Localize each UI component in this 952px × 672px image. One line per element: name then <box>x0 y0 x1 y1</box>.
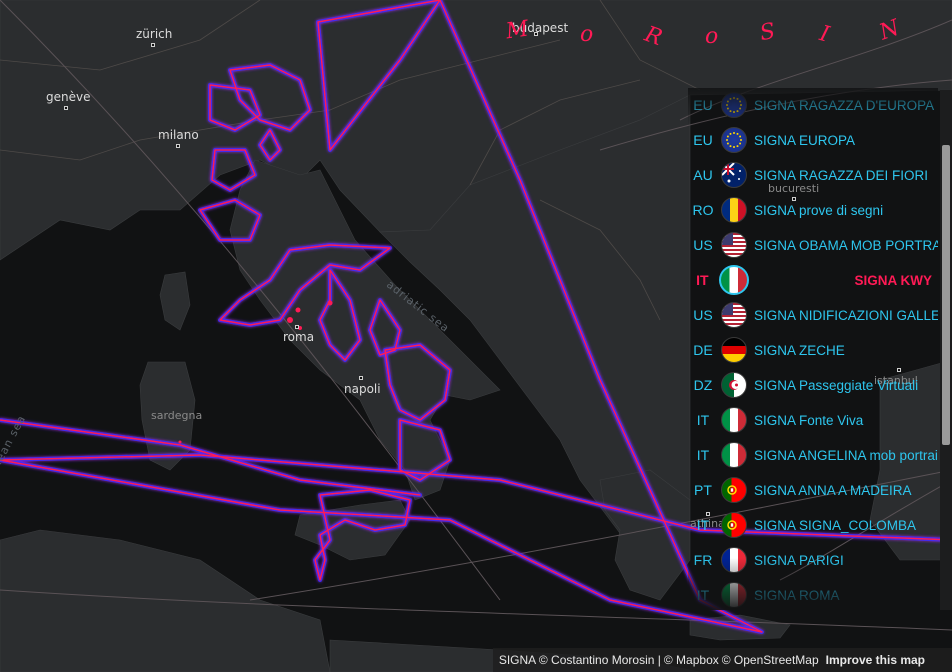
country-code: DZ <box>693 377 713 393</box>
eu-flag-icon <box>721 92 747 118</box>
signa-list-item[interactable]: RO SIGNA prove di segni <box>688 195 938 225</box>
city-marker-milano <box>176 144 180 148</box>
signa-list-item[interactable]: US SIGNA NIDIFICAZIONI GALLEI <box>688 300 938 330</box>
attribution-signa[interactable]: SIGNA © Costantino Morosin | <box>499 653 661 667</box>
signa-title: SIGNA RAGAZZA DEI FIORI <box>754 167 929 183</box>
city-marker-napoli <box>359 376 363 380</box>
country-code: IT <box>696 272 709 288</box>
city-marker-zurich <box>151 43 155 47</box>
signa-title: SIGNA ROMA <box>754 587 840 603</box>
signa-title: SIGNA ANNA A MADEIRA <box>754 482 912 498</box>
country-code: US <box>693 307 713 323</box>
signa-title: SIGNA Fonte Viva <box>754 412 864 428</box>
signa-title: SIGNA EUROPA <box>754 132 856 148</box>
country-code: US <box>693 237 713 253</box>
signa-title: SIGNA RAGAZZA D'EUROPA <box>754 97 935 113</box>
italy-flag-icon <box>721 582 747 608</box>
signa-list-item[interactable]: IT SIGNA SIGNA_COLOMBA <box>688 510 938 540</box>
italy-flag-icon <box>721 407 747 433</box>
signa-title: SIGNA Passeggiate Virtuali <box>754 377 919 393</box>
signa-list-item[interactable]: DE SIGNA ZECHE <box>688 335 938 365</box>
usa-flag-icon <box>721 232 747 258</box>
country-code: RO <box>692 202 714 218</box>
france-flag-icon <box>721 547 747 573</box>
signa-list-item[interactable]: PT SIGNA ANNA A MADEIRA <box>688 475 938 505</box>
signa-list-item[interactable]: EU SIGNA RAGAZZA D'EUROPA <box>688 90 938 120</box>
italy-flag-icon <box>721 442 747 468</box>
country-code: IT <box>696 517 710 533</box>
signa-title: SIGNA prove di segni <box>754 202 884 218</box>
country-code: IT <box>696 587 710 603</box>
germany-flag-icon <box>721 337 747 363</box>
signa-title: SIGNA SIGNA_COLOMBA <box>754 517 917 533</box>
signa-list-item[interactable]: DZ SIGNA Passeggiate Virtuali <box>688 370 938 400</box>
country-code: PT <box>694 482 712 498</box>
signa-title: SIGNA KWY <box>854 272 933 288</box>
australia-flag-icon <box>721 162 747 188</box>
portugal-flag-icon <box>721 477 747 503</box>
city-label-napoli: napoli <box>344 382 381 396</box>
city-label-milano: milano <box>158 128 199 142</box>
city-label-zurich: zürich <box>136 27 173 41</box>
signa-title: SIGNA NIDIFICAZIONI GALLEI <box>754 307 938 323</box>
country-code: EU <box>693 132 713 148</box>
italy-flag-icon <box>718 265 749 295</box>
romania-flag-icon <box>721 197 747 223</box>
country-code: AU <box>693 167 713 183</box>
attribution-mapbox[interactable]: © Mapbox <box>664 653 719 667</box>
eu-flag-icon <box>721 127 747 153</box>
signa-title: SIGNA PARIGI <box>754 552 844 568</box>
algeria-flag-icon <box>721 372 747 398</box>
improve-map-link[interactable]: Improve this map <box>826 653 925 667</box>
signa-list-item[interactable]: IT SIGNA KWY <box>688 265 938 295</box>
city-label-roma: roma <box>283 330 315 344</box>
country-code: IT <box>696 412 710 428</box>
signa-title: SIGNA OBAMA MOB PORTRA <box>754 237 938 253</box>
signa-list-item[interactable]: AU SIGNA RAGAZZA DEI FIORI <box>688 160 938 190</box>
signa-list-item[interactable]: US SIGNA OBAMA MOB PORTRA <box>688 230 938 260</box>
signa-title: SIGNA ZECHE <box>754 342 845 358</box>
signa-list-item[interactable]: IT SIGNA ROMA <box>688 580 938 610</box>
signa-title: SIGNA ANGELINA mob portrait <box>754 447 938 463</box>
city-marker-geneve <box>64 106 68 110</box>
city-label-geneve: genève <box>46 90 91 104</box>
attribution-osm[interactable]: © OpenStreetMap <box>722 653 819 667</box>
signa-list-item[interactable]: EU SIGNA EUROPA <box>688 125 938 155</box>
region-label-sardegna: sardegna <box>151 409 203 422</box>
country-code: DE <box>693 342 713 358</box>
map-attribution: SIGNA © Costantino Morosin | © Mapbox © … <box>492 648 952 672</box>
country-code: FR <box>693 552 713 568</box>
country-code: IT <box>696 447 710 463</box>
portugal-flag-icon <box>721 512 747 538</box>
signa-list-item[interactable]: FR SIGNA PARIGI <box>688 545 938 575</box>
list-scrollbar-thumb[interactable] <box>942 145 950 445</box>
usa-flag-icon <box>721 302 747 328</box>
city-label-budapest: budapest <box>512 21 569 35</box>
list-scrollbar[interactable] <box>940 90 952 610</box>
city-marker-roma <box>295 325 299 329</box>
country-code: EU <box>693 97 713 113</box>
signa-list[interactable]: EU SIGNA RAGAZZA D'EUROPA EU SIGNA EUROPA AU… <box>688 90 938 610</box>
signa-list-item[interactable]: IT SIGNA Fonte Viva <box>688 405 938 435</box>
signa-list-item[interactable]: IT SIGNA ANGELINA mob portrait <box>688 440 938 470</box>
